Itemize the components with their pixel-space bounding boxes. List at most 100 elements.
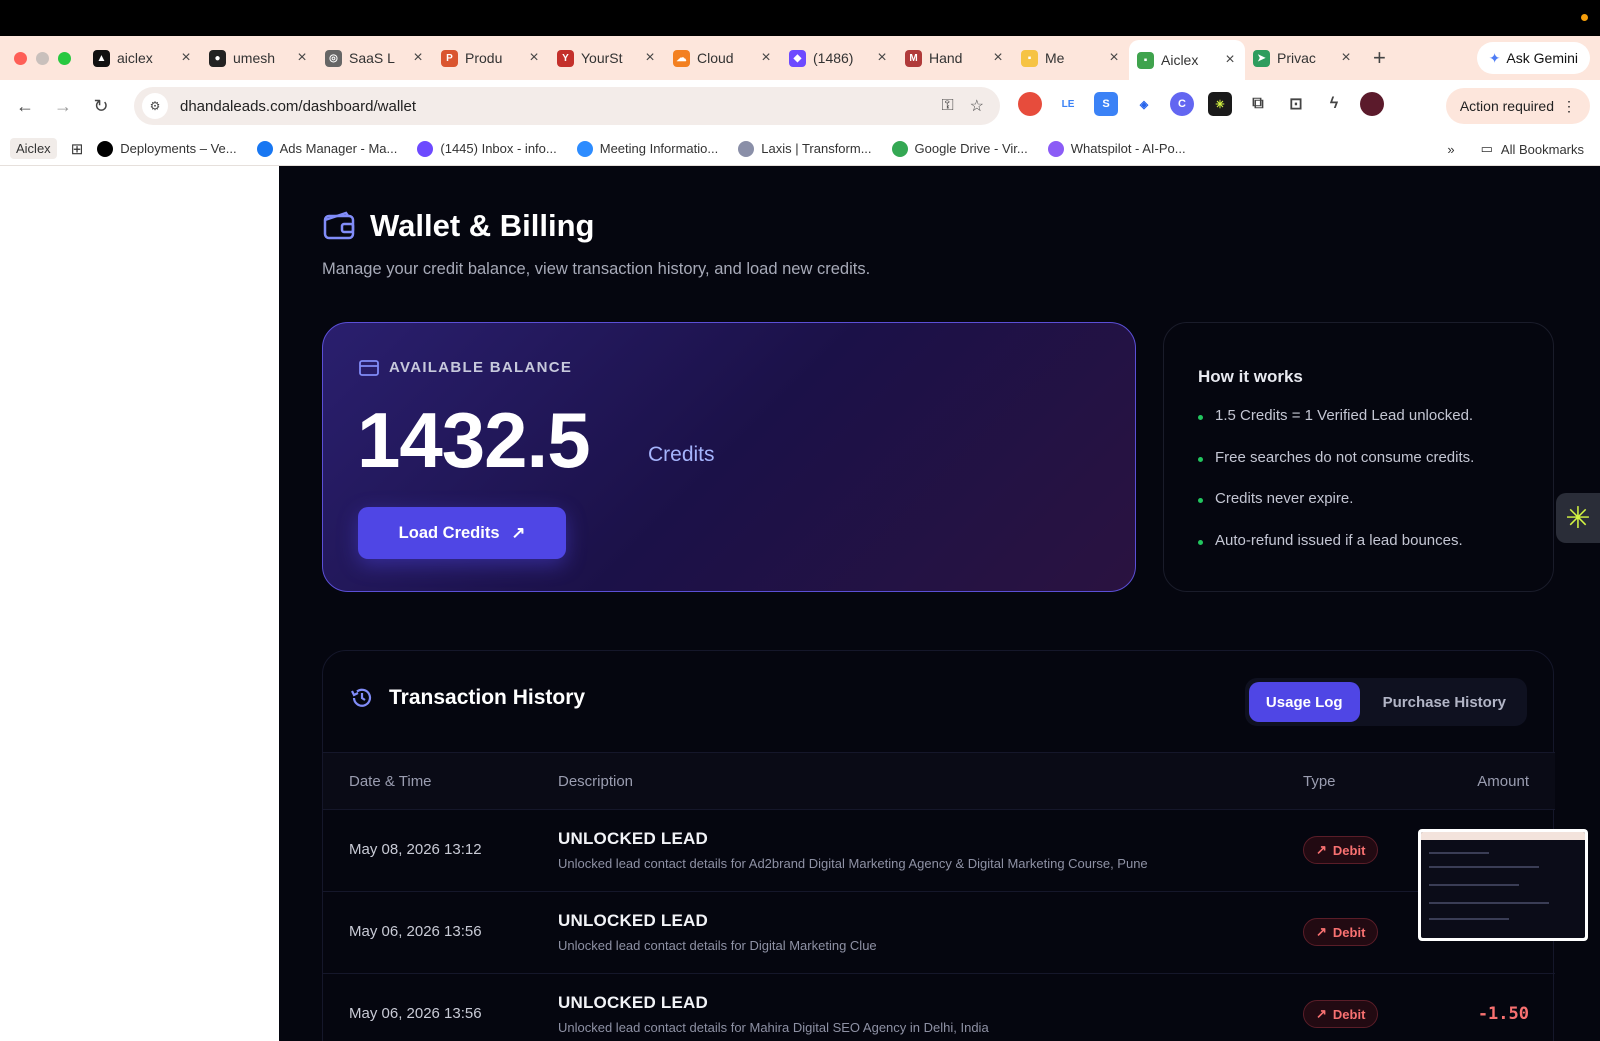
load-credits-button[interactable]: Load Credits ↗ — [358, 507, 566, 559]
new-tab-button[interactable]: + — [1373, 45, 1386, 71]
forward-arrow-icon[interactable]: → — [44, 96, 82, 117]
action-required-button[interactable]: Action required ⋮ — [1445, 88, 1590, 124]
how-it-works-item: Auto-refund issued if a lead bounces. — [1198, 532, 1474, 574]
close-tab-icon[interactable]: × — [179, 49, 193, 67]
performance-icon[interactable]: ϟ — [1322, 92, 1346, 116]
column-type: Type — [1303, 772, 1336, 790]
all-bookmarks-button[interactable]: » ▭ All Bookmarks — [1447, 141, 1584, 157]
bookmark-item[interactable]: Google Drive - Vir... — [891, 140, 1028, 157]
url-text[interactable]: dhandaleads.com/dashboard/wallet — [180, 98, 941, 115]
balance-label: AVAILABLE BALANCE — [389, 359, 573, 376]
more-vertical-icon[interactable]: ⋮ — [1562, 98, 1576, 115]
how-it-works-title: How it works — [1198, 367, 1303, 386]
browser-tab[interactable]: ◎ SaaS L × — [317, 41, 433, 75]
extension-icon[interactable]: C — [1170, 92, 1194, 116]
close-tab-icon[interactable]: × — [295, 49, 309, 67]
bookmarks-bar: Aiclex ⊞ Deployments – Ve... Ads Manager … — [0, 132, 1600, 166]
arrow-up-right-icon: ↗ — [1316, 924, 1327, 939]
tab-favicon-icon: ☁ — [673, 49, 690, 67]
bookmark-folder-chip[interactable]: Aiclex — [10, 138, 57, 159]
gemini-icon: ✦ — [1488, 49, 1501, 66]
bullet-dot-icon — [1198, 415, 1203, 420]
screenshot-thumbnail[interactable] — [1418, 829, 1588, 941]
close-tab-icon[interactable]: × — [1107, 49, 1121, 67]
bookmark-star-icon[interactable]: ☆ — [970, 96, 984, 116]
balance-card: AVAILABLE BALANCE 1432.5 Credits Load Cr… — [322, 322, 1136, 592]
bookmark-label: Meeting Informatio... — [599, 141, 719, 156]
close-tab-icon[interactable]: × — [1339, 49, 1353, 67]
close-tab-icon[interactable]: × — [759, 49, 773, 67]
extension-icon[interactable]: ◈ — [1132, 92, 1156, 116]
tab-title: Cloud — [697, 50, 734, 66]
puzzle-icon[interactable]: ⧉ — [1246, 92, 1270, 116]
address-bar[interactable]: ⚙ dhandaleads.com/dashboard/wallet ⚿ ☆ — [134, 87, 1000, 125]
page-header: Wallet & Billing — [322, 208, 594, 244]
extension-icon[interactable]: ✳ — [1208, 92, 1232, 116]
bookmark-label: Whatspilot - AI-Po... — [1070, 141, 1186, 156]
tab-purchase-history[interactable]: Purchase History — [1366, 682, 1523, 722]
arrow-up-right-icon: ↗ — [511, 524, 526, 542]
close-tab-icon[interactable]: × — [875, 49, 889, 67]
maximize-window-button[interactable] — [58, 51, 71, 65]
password-key-icon[interactable]: ⚿ — [941, 97, 953, 115]
balance-value: 1432.5 — [357, 396, 591, 484]
browser-tab[interactable]: ☁ Cloud × — [665, 41, 781, 75]
close-tab-icon[interactable]: × — [411, 49, 425, 67]
tab-title: Hand — [929, 50, 963, 66]
minimize-window-button[interactable] — [36, 51, 49, 65]
wallet-page: Wallet & Billing Manage your credit bala… — [279, 166, 1600, 1041]
column-amount: Amount — [1477, 772, 1529, 790]
tab-favicon-icon: ▪ — [1021, 49, 1038, 67]
close-tab-icon[interactable]: × — [1223, 51, 1237, 69]
browser-tab[interactable]: ◆ (1486) × — [781, 41, 897, 75]
row-date: May 08, 2026 13:12 — [349, 841, 482, 858]
tab-title: umesh — [233, 50, 276, 66]
browser-tab[interactable]: ▲ aiclex × — [85, 41, 201, 75]
browser-tab[interactable]: P Produ × — [433, 41, 549, 75]
avatar[interactable] — [1360, 92, 1384, 116]
extension-icon[interactable]: S — [1094, 92, 1118, 116]
bookmark-item[interactable]: Ads Manager - Ma... — [256, 140, 397, 157]
extension-icon[interactable]: LE — [1056, 92, 1080, 116]
left-blank-panel — [0, 166, 279, 1041]
extension-icon[interactable] — [1018, 92, 1042, 116]
balance-label-row: AVAILABLE BALANCE — [359, 359, 572, 376]
tab-favicon-icon: P — [441, 49, 458, 67]
ask-gemini-button[interactable]: ✦ Ask Gemini — [1476, 42, 1590, 74]
tab-search-icon[interactable]: ⊡ — [1284, 92, 1308, 116]
bookmark-item[interactable]: Deployments – Ve... — [97, 140, 237, 157]
more-bookmarks-icon[interactable]: » — [1447, 142, 1454, 157]
back-arrow-icon[interactable]: ← — [6, 96, 44, 117]
bookmark-item[interactable]: (1445) Inbox - info... — [417, 140, 557, 157]
close-window-button[interactable] — [14, 51, 27, 65]
browser-tab[interactable]: ➤ Privac × — [1245, 41, 1361, 75]
tab-favicon-icon: ➤ — [1253, 49, 1270, 67]
type-label: Debit — [1332, 924, 1366, 940]
browser-tab[interactable]: Y YourSt × — [549, 41, 665, 75]
browser-tab[interactable]: ▪ Aiclex × — [1129, 40, 1245, 80]
bookmark-item[interactable]: Whatspilot - AI-Po... — [1047, 140, 1186, 157]
tab-favicon-icon: ▲ — [93, 49, 110, 67]
side-assistant-widget[interactable]: ✳ — [1556, 493, 1600, 543]
column-date: Date & Time — [349, 772, 432, 790]
browser-tab[interactable]: ● umesh × — [201, 41, 317, 75]
history-tab-switcher: Usage Log Purchase History — [1244, 678, 1527, 726]
close-tab-icon[interactable]: × — [527, 49, 541, 67]
row-detail: Unlocked lead contact details for Mahira… — [558, 1020, 989, 1035]
folder-icon: ▭ — [1480, 141, 1493, 156]
site-settings-icon[interactable]: ⚙ — [142, 93, 168, 119]
bookmark-favicon-icon — [417, 140, 434, 157]
close-tab-icon[interactable]: × — [991, 49, 1005, 67]
how-it-works-card: How it works 1.5 Credits = 1 Verified Le… — [1163, 322, 1554, 592]
bookmark-item[interactable]: Laxis | Transform... — [738, 140, 872, 157]
tab-usage-log[interactable]: Usage Log — [1248, 682, 1360, 722]
reload-icon[interactable]: ↻ — [82, 96, 120, 117]
close-tab-icon[interactable]: × — [643, 49, 657, 67]
browser-tab[interactable]: ▪ Me × — [1013, 41, 1129, 75]
how-it-works-list: 1.5 Credits = 1 Verified Lead unlocked. F… — [1198, 407, 1474, 573]
row-date: May 06, 2026 13:56 — [349, 923, 482, 940]
type-label: Debit — [1332, 1006, 1366, 1022]
browser-tab[interactable]: M Hand × — [897, 41, 1013, 75]
apps-grid-icon[interactable]: ⊞ — [71, 140, 84, 158]
bookmark-item[interactable]: Meeting Informatio... — [576, 140, 719, 157]
